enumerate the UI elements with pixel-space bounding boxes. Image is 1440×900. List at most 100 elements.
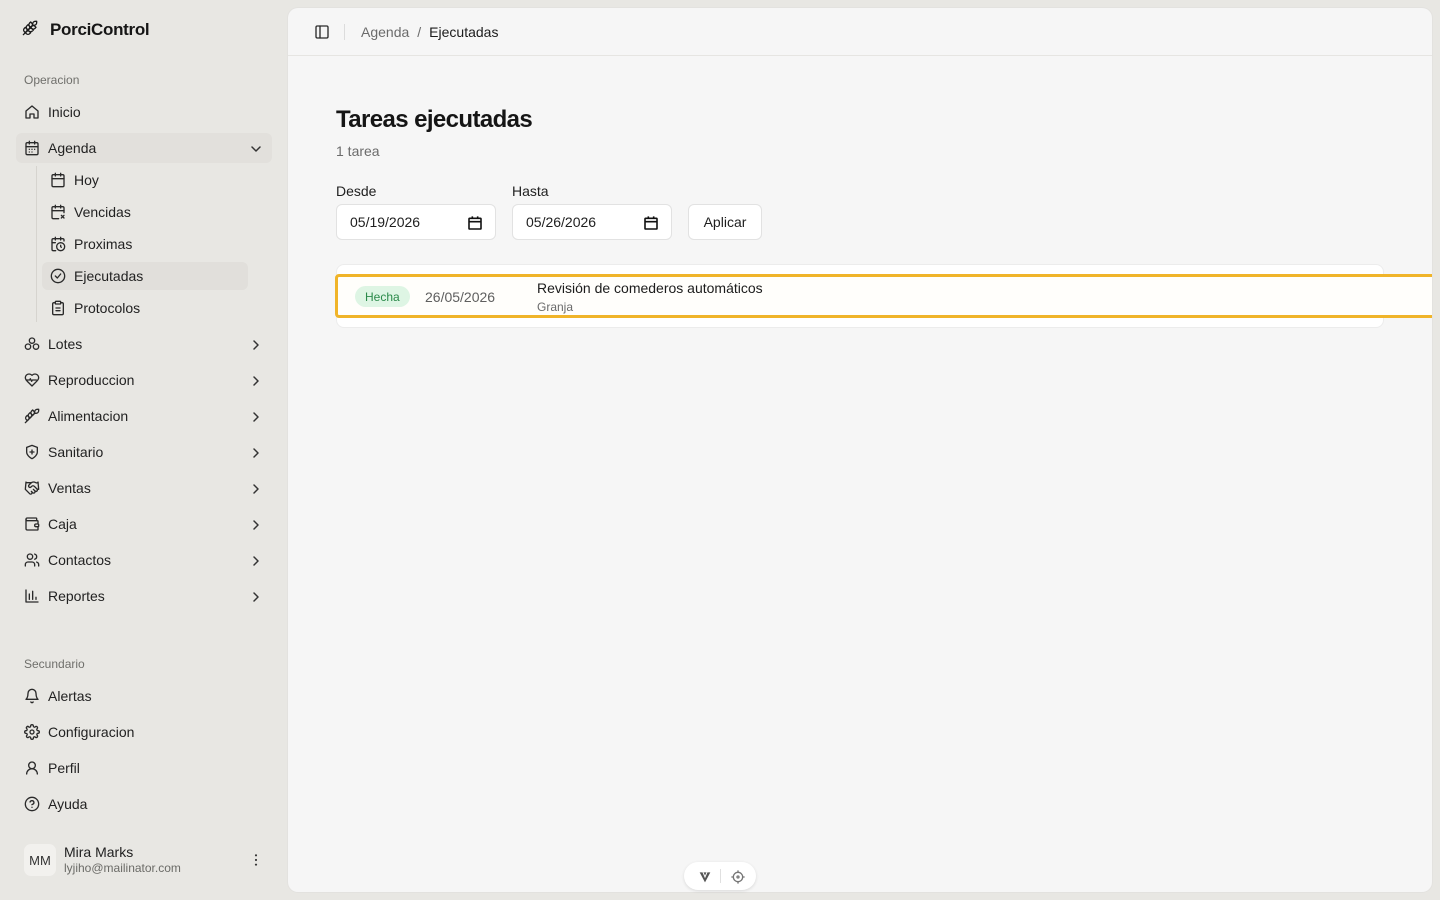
desde-value: 05/19/2026 — [350, 214, 421, 230]
handshake-icon — [24, 480, 40, 496]
task-location: Granja — [537, 300, 574, 314]
sidebar-item-caja[interactable]: Caja — [16, 509, 272, 539]
status-badge: Hecha — [355, 286, 410, 307]
breadcrumb-parent[interactable]: Agenda — [361, 24, 409, 40]
calendar-x-icon — [50, 204, 66, 220]
desde-label: Desde — [336, 183, 377, 199]
sidebar: PorciControl Operacion Inicio Agenda Hoy… — [0, 0, 288, 900]
brand[interactable]: PorciControl — [22, 20, 150, 40]
sidebar-item-label: Contactos — [48, 552, 112, 568]
main-panel: Agenda / Ejecutadas Tareas ejecutadas 1 … — [288, 8, 1432, 892]
dev-toolbar-divider — [719, 869, 721, 883]
chevron-right-icon — [248, 337, 262, 351]
bell-icon — [24, 688, 40, 704]
bar-chart-icon — [24, 588, 40, 604]
sidebar-item-label: Perfil — [48, 760, 80, 776]
crosshair-icon[interactable] — [730, 869, 745, 884]
breadcrumb-separator: / — [417, 23, 422, 40]
sidebar-item-label: Sanitario — [48, 444, 104, 460]
chevron-right-icon — [248, 409, 262, 423]
gear-icon — [24, 724, 40, 740]
sidebar-item-label: Inicio — [48, 104, 81, 120]
sidebar-item-label: Lotes — [48, 336, 83, 352]
calendar-icon — [24, 140, 40, 156]
sidebar-item-label: Alertas — [48, 688, 92, 704]
chevron-right-icon — [248, 373, 262, 387]
more-vertical-icon[interactable] — [248, 852, 264, 868]
task-count: 1 tarea — [336, 143, 380, 159]
chevron-right-icon — [248, 553, 262, 567]
calendar-picker-icon[interactable] — [643, 215, 658, 230]
group-label-secundario: Secundario — [24, 657, 85, 671]
sidebar-item-label: Caja — [48, 516, 77, 532]
breadcrumb: Agenda / Ejecutadas — [361, 24, 498, 40]
sidebar-item-label: Alimentacion — [48, 408, 129, 424]
users-icon — [24, 552, 40, 568]
submenu-guide-line — [36, 166, 37, 322]
hasta-label: Hasta — [512, 183, 549, 199]
sidebar-item-sanitario[interactable]: Sanitario — [16, 437, 272, 467]
breadcrumb-current: Ejecutadas — [429, 23, 499, 40]
user-icon — [24, 760, 40, 776]
sidebar-item-label: Configuracion — [48, 724, 135, 740]
sidebar-item-alertas[interactable]: Alertas — [16, 681, 272, 711]
sidebar-item-ventas[interactable]: Ventas — [16, 473, 272, 503]
sidebar-item-reportes[interactable]: Reportes — [16, 581, 272, 611]
task-title: Revisión de comederos automáticos — [537, 280, 763, 296]
dev-toolbar — [684, 862, 756, 890]
user-info: Mira Marks lyjiho@mailinator.com — [64, 844, 181, 876]
heart-pulse-icon — [24, 372, 40, 388]
sidebar-item-reproduccion[interactable]: Reproduccion — [16, 365, 272, 395]
sidebar-item-configuracion[interactable]: Configuracion — [16, 717, 272, 747]
sidebar-item-perfil[interactable]: Perfil — [16, 753, 272, 783]
chevron-right-icon — [248, 517, 262, 531]
home-icon — [24, 104, 40, 120]
sidebar-item-proximas[interactable]: Proximas — [42, 230, 248, 258]
user-name: Mira Marks — [64, 844, 134, 860]
sidebar-item-label: Ventas — [48, 480, 91, 496]
sidebar-item-agenda[interactable]: Agenda — [16, 133, 272, 163]
chevron-down-icon — [248, 141, 262, 155]
wheat-icon — [22, 20, 42, 40]
topbar: Agenda / Ejecutadas — [288, 8, 1432, 56]
wallet-icon — [24, 516, 40, 532]
sidebar-item-vencidas[interactable]: Vencidas — [42, 198, 248, 226]
calendar-clock-icon — [50, 236, 66, 252]
group-label-operacion: Operacion — [24, 73, 80, 87]
chevron-right-icon — [248, 481, 262, 495]
sidebar-item-label: Ejecutadas — [74, 268, 144, 284]
sidebar-toggle-icon[interactable] — [314, 24, 330, 40]
check-circle-icon — [50, 268, 66, 284]
help-circle-icon — [24, 796, 40, 812]
hasta-value: 05/26/2026 — [526, 214, 597, 230]
sidebar-item-contactos[interactable]: Contactos — [16, 545, 272, 575]
sidebar-item-hoy[interactable]: Hoy — [42, 166, 248, 194]
sidebar-item-ayuda[interactable]: Ayuda — [16, 789, 272, 819]
user-email: lyjiho@mailinator.com — [64, 861, 181, 875]
sidebar-item-inicio[interactable]: Inicio — [16, 97, 272, 127]
app-name: PorciControl — [50, 20, 150, 39]
topbar-divider — [344, 23, 345, 40]
vercel-logo-icon[interactable] — [697, 869, 711, 883]
wheat-icon — [24, 408, 40, 424]
task-date: 26/05/2026 — [425, 289, 496, 305]
calendar-picker-icon[interactable] — [467, 215, 482, 230]
sidebar-item-lotes[interactable]: Lotes — [16, 329, 272, 359]
clipboard-icon — [50, 300, 66, 316]
sidebar-item-label: Ayuda — [48, 796, 88, 812]
sidebar-item-alimentacion[interactable]: Alimentacion — [16, 401, 272, 431]
user-account[interactable]: MM Mira Marks lyjiho@mailinator.com — [16, 836, 272, 884]
boxes-icon — [24, 336, 40, 352]
sidebar-item-label: Reproduccion — [48, 372, 135, 388]
sidebar-item-protocolos[interactable]: Protocolos — [42, 294, 248, 322]
sidebar-item-ejecutadas[interactable]: Ejecutadas — [42, 262, 248, 290]
apply-button[interactable]: Aplicar — [688, 204, 762, 240]
hasta-date-input[interactable]: 05/26/2026 — [512, 204, 672, 240]
sidebar-item-label: Reportes — [48, 588, 105, 604]
page-title: Tareas ejecutadas — [336, 106, 533, 133]
list-item[interactable]: Hecha 26/05/2026 Revisión de comederos a… — [335, 274, 1432, 318]
chevron-right-icon — [248, 589, 262, 603]
sidebar-item-label: Agenda — [48, 140, 97, 156]
chevron-right-icon — [248, 445, 262, 459]
desde-date-input[interactable]: 05/19/2026 — [336, 204, 496, 240]
